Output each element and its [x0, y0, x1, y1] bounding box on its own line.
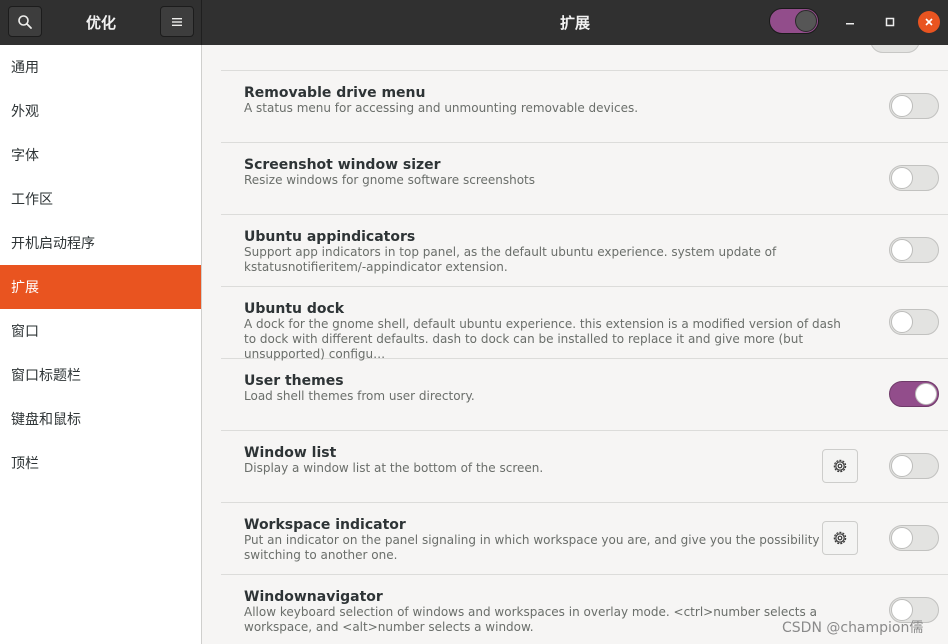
minimize-icon: [846, 23, 854, 25]
extension-description: Display a window list at the bottom of t…: [244, 461, 544, 475]
sidebar-item-extensions[interactable]: 扩展: [0, 265, 201, 309]
sidebar-item-general[interactable]: 通用: [0, 45, 201, 89]
extension-title: Windownavigator: [244, 589, 383, 605]
sidebar-item-label: 外观: [11, 104, 39, 120]
switch-knob: [891, 455, 913, 477]
switch-knob: [891, 239, 913, 261]
extension-row-user-themes: User themes Load shell themes from user …: [221, 359, 948, 431]
extensions-global-switch[interactable]: [769, 8, 819, 34]
extension-toggle[interactable]: [889, 237, 939, 263]
sidebar-item-label: 开机启动程序: [11, 236, 95, 252]
hamburger-menu-icon: [172, 17, 182, 26]
extension-toggle[interactable]: [889, 93, 939, 119]
extension-settings-button[interactable]: [822, 449, 858, 483]
extension-description: Allow keyboard selection of windows and …: [244, 605, 817, 634]
sidebar-item-keyboard-mouse[interactable]: 键盘和鼠标: [0, 397, 201, 441]
extension-title: Workspace indicator: [244, 517, 406, 533]
menu-button[interactable]: [160, 6, 194, 37]
switch-knob: [795, 10, 817, 32]
extension-toggle[interactable]: [889, 165, 939, 191]
sidebar-item-label: 窗口: [11, 324, 39, 340]
extension-title: Screenshot window sizer: [244, 157, 441, 173]
extension-title: Removable drive menu: [244, 85, 426, 101]
sidebar-item-window-titlebars[interactable]: 窗口标题栏: [0, 353, 201, 397]
sidebar-item-label: 窗口标题栏: [11, 368, 81, 384]
extension-title: User themes: [244, 373, 344, 389]
extension-description: A dock for the gnome shell, default ubun…: [244, 317, 841, 361]
gear-icon: [833, 531, 847, 545]
extension-row-workspace-indicator: Workspace indicator Put an indicator on …: [221, 503, 948, 575]
extension-row-screenshot-window-sizer: Screenshot window sizer Resize windows f…: [221, 143, 948, 215]
sidebar-item-top-bar[interactable]: 顶栏: [0, 441, 201, 485]
watermark: CSDN @champion儒: [782, 620, 924, 636]
extension-row-window-list: Window list Display a window list at the…: [221, 431, 948, 503]
extension-description: Support app indicators in top panel, as …: [244, 245, 777, 274]
partial-extension-switch[interactable]: [870, 45, 920, 53]
sidebar-item-fonts[interactable]: 字体: [0, 133, 201, 177]
switch-knob: [891, 95, 913, 117]
switch-knob: [891, 527, 913, 549]
extension-toggle[interactable]: [889, 309, 939, 335]
maximize-button[interactable]: [879, 11, 901, 33]
sidebar-header: 优化: [0, 0, 202, 45]
close-icon: [925, 18, 933, 26]
extension-row-removable-drive-menu: Removable drive menu A status menu for a…: [221, 71, 948, 143]
content-header: 扩展: [202, 0, 948, 45]
sidebar-item-label: 扩展: [11, 280, 39, 296]
switch-knob: [891, 167, 913, 189]
extension-row-ubuntu-appindicators: Ubuntu appindicators Support app indicat…: [221, 215, 948, 287]
extensions-list-pane[interactable]: Removable drive menu A status menu for a…: [202, 45, 948, 644]
extension-description: Resize windows for gnome software screen…: [244, 173, 536, 187]
extension-toggle[interactable]: [889, 525, 939, 551]
extension-description: Load shell themes from user directory.: [244, 389, 475, 403]
sidebar-item-label: 字体: [11, 148, 39, 164]
sidebar-item-appearance[interactable]: 外观: [0, 89, 201, 133]
switch-knob: [891, 311, 913, 333]
extension-title: Ubuntu appindicators: [244, 229, 416, 245]
extension-title: Window list: [244, 445, 337, 461]
extension-settings-button[interactable]: [822, 521, 858, 555]
extension-description: Put an indicator on the panel signaling …: [244, 533, 835, 562]
window-title: 扩展: [559, 14, 590, 32]
sidebar-item-label: 工作区: [11, 192, 53, 208]
maximize-icon: [885, 17, 895, 27]
gear-icon: [833, 459, 847, 473]
minimize-button[interactable]: [839, 11, 861, 33]
sidebar-item-label: 通用: [11, 60, 39, 76]
sidebar: 通用 外观 字体 工作区 开机启动程序 扩展 窗口 窗口标题栏 键盘和鼠标 顶栏: [0, 45, 202, 644]
header-bar: 优化 扩展: [0, 0, 948, 45]
switch-knob: [915, 383, 937, 405]
sidebar-item-workspaces[interactable]: 工作区: [0, 177, 201, 221]
extension-row-ubuntu-dock: Ubuntu dock A dock for the gnome shell, …: [221, 287, 948, 361]
extension-toggle[interactable]: [889, 381, 939, 407]
close-button[interactable]: [918, 11, 940, 33]
sidebar-item-label: 顶栏: [11, 456, 39, 472]
sidebar-item-windows[interactable]: 窗口: [0, 309, 201, 353]
extension-description: A status menu for accessing and unmounti…: [244, 101, 639, 115]
extension-toggle[interactable]: [889, 453, 939, 479]
sidebar-item-startup-applications[interactable]: 开机启动程序: [0, 221, 201, 265]
extension-title: Ubuntu dock: [244, 301, 345, 317]
sidebar-item-label: 键盘和鼠标: [11, 412, 81, 428]
